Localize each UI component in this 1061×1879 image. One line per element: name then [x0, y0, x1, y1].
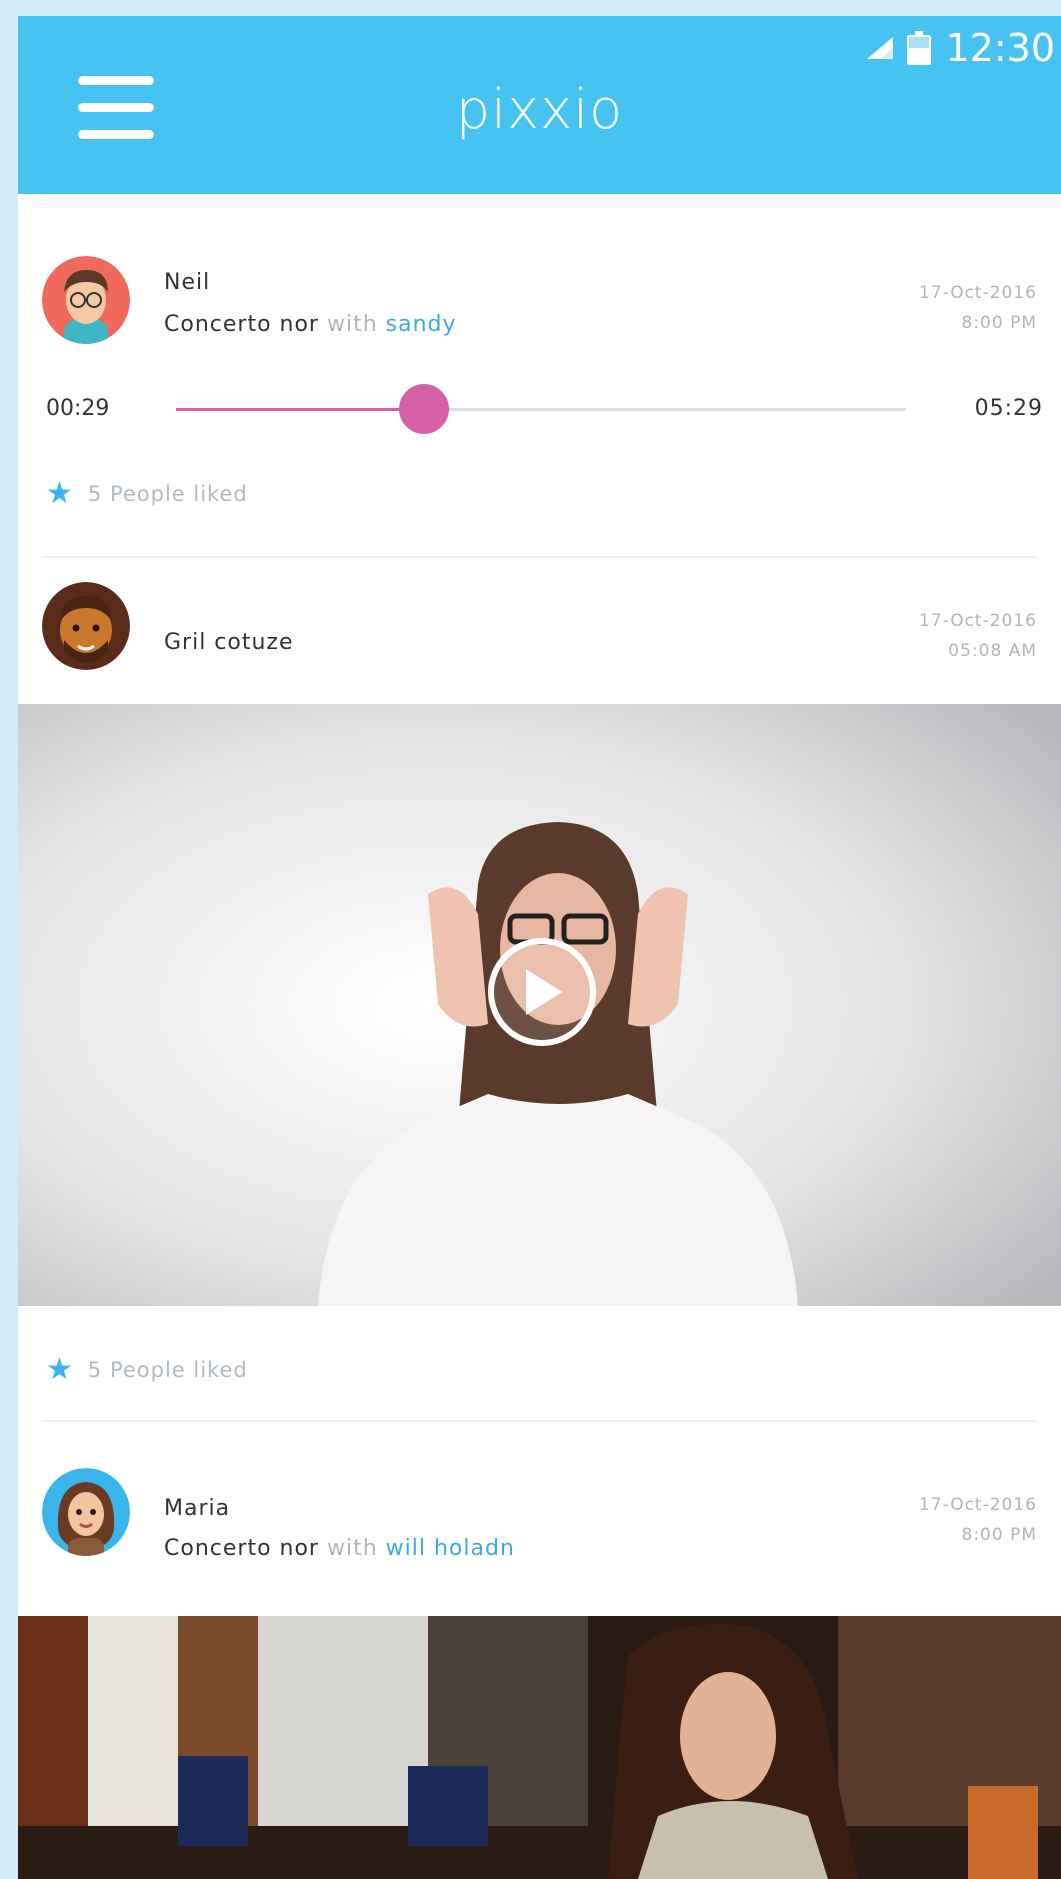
play-icon — [526, 969, 562, 1015]
audio-elapsed-time: 00:29 — [46, 396, 110, 421]
post-time: 8:00 PM — [961, 1525, 1037, 1545]
post-date: 17-Oct-2016 — [918, 283, 1037, 303]
post-with: with — [326, 1536, 378, 1561]
divider — [42, 1420, 1037, 1422]
audio-seek-bar[interactable] — [176, 384, 906, 434]
app-title: pixxio — [455, 78, 624, 141]
likes-row[interactable]: ★ 5 People liked — [46, 1352, 248, 1387]
post-author[interactable]: Gril cotuze — [164, 630, 294, 655]
star-icon: ★ — [46, 1352, 74, 1387]
star-icon: ★ — [46, 476, 74, 511]
post-author[interactable]: Neil — [164, 270, 210, 295]
post-timestamp: 17-Oct-2016 8:00 PM — [919, 278, 1037, 338]
audio-seek-progress — [176, 408, 425, 411]
post-timestamp: 17-Oct-2016 8:00 PM — [919, 1490, 1037, 1550]
battery-icon — [907, 31, 932, 65]
divider — [42, 556, 1037, 558]
post-time: 8:00 PM — [961, 313, 1037, 333]
avatar-gril-cotuze[interactable] — [42, 582, 130, 670]
app-screen: pixxio 12:30 Neil Concerto nor with sand… — [18, 16, 1061, 1879]
tagged-user-link[interactable]: sandy — [386, 312, 457, 337]
signal-icon — [867, 37, 894, 59]
avatar-maria[interactable] — [42, 1468, 130, 1556]
post-author[interactable]: Maria — [164, 1496, 230, 1521]
video-thumbnail[interactable] — [18, 704, 1061, 1306]
status-bar: 12:30 — [867, 26, 1055, 70]
likes-row[interactable]: ★ 5 People liked — [46, 476, 248, 511]
audio-seek-handle[interactable] — [399, 384, 450, 434]
status-time: 12:30 — [945, 26, 1055, 70]
audio-total-time: 05:29 — [974, 396, 1043, 421]
tagged-user-link[interactable]: will holadn — [386, 1536, 515, 1561]
post-date: 17-Oct-2016 — [918, 1495, 1037, 1515]
post-action: Concerto nor — [164, 1536, 319, 1561]
post-photo[interactable] — [18, 1616, 1061, 1879]
post-caption: Concerto nor with will holadn — [164, 1536, 515, 1561]
post-action: Concerto nor — [164, 312, 319, 337]
avatar-neil[interactable] — [42, 256, 130, 344]
post-with: with — [326, 312, 378, 337]
app-bar: pixxio 12:30 — [18, 16, 1061, 194]
post-time: 05:08 AM — [948, 641, 1037, 661]
post-date: 17-Oct-2016 — [918, 611, 1037, 631]
post-timestamp: 17-Oct-2016 05:08 AM — [919, 606, 1037, 666]
likes-count: 5 People liked — [87, 1357, 248, 1382]
likes-count: 5 People liked — [87, 481, 248, 506]
post-caption: Concerto nor with sandy — [164, 312, 457, 337]
play-button[interactable] — [488, 938, 596, 1046]
